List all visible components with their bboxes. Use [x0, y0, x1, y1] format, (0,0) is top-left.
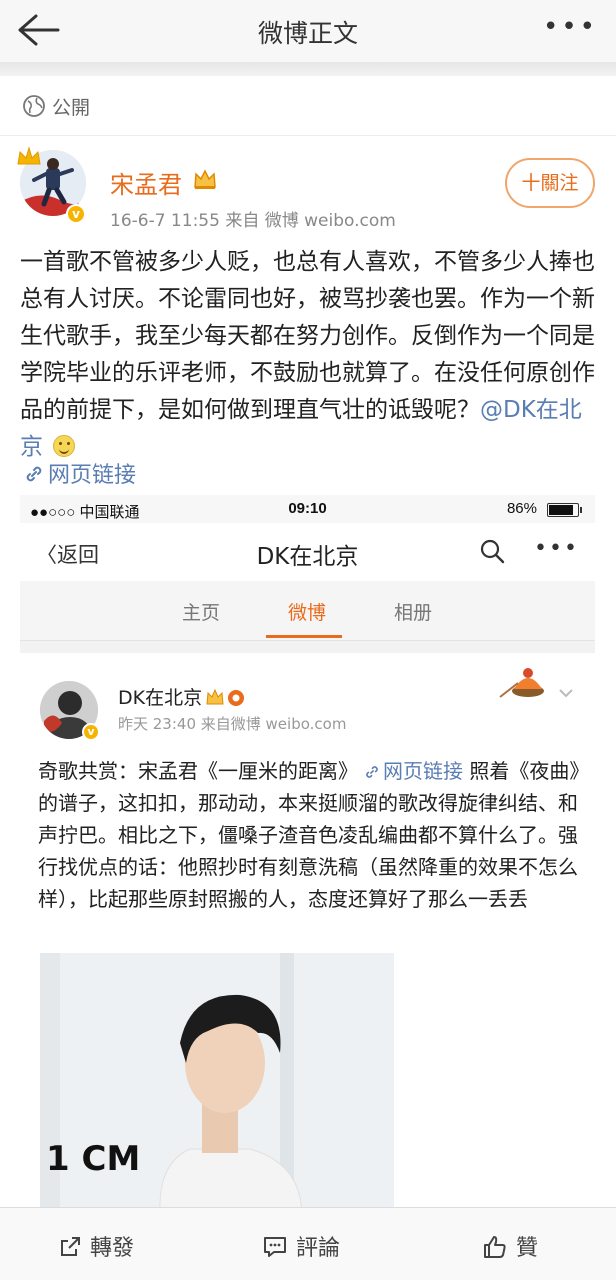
more-options-icon[interactable]: •••: [543, 12, 598, 42]
link-icon: [24, 464, 44, 490]
battery-fill: [549, 505, 573, 515]
embedded-nav-bar: 〈返回 DK在北京 •••: [20, 523, 595, 581]
active-tab-indicator: [266, 635, 342, 638]
photo-caption: 1 CM: [46, 1139, 141, 1179]
web-link-label: 网页链接: [48, 463, 137, 488]
author-name[interactable]: 宋孟君: [110, 165, 182, 200]
repost-label: 轉發: [90, 1236, 135, 1261]
page-title: 微博正文: [257, 19, 358, 48]
embedded-author-label: DK在北京: [118, 687, 203, 709]
post-meta: 16-6-7 11:55 来自 微博 weibo.com: [110, 211, 396, 231]
verified-badge-icon: v: [66, 204, 86, 224]
food-decoration-icon: [498, 661, 548, 701]
embedded-verified-badge-icon: v: [82, 723, 100, 741]
embedded-status-bar: ●●○○○ 中国联通 09:10 86%: [20, 495, 595, 523]
web-link[interactable]: 网页链接: [24, 457, 136, 490]
comment-button[interactable]: 評論: [262, 1230, 340, 1265]
bottom-action-bar: 轉發 評論 贊: [0, 1207, 616, 1280]
embedded-post: v DK在北京 昨天 23:40 来自微博 weibo.com 奇歌共赏：宋孟君…: [20, 653, 595, 1207]
smiley-emoji-icon: [53, 435, 75, 457]
battery-percent: 86%: [506, 500, 537, 517]
comment-label: 評論: [296, 1236, 341, 1261]
thumbs-up-icon: [482, 1235, 508, 1265]
embedded-link-icon: [366, 766, 378, 778]
embedded-text-part1: 奇歌共赏：宋孟君《一厘米的距离》: [38, 759, 358, 783]
embedded-tabs: 主页 微博 相册: [20, 581, 595, 641]
visibility-label: 公開: [52, 97, 91, 119]
nav-divider: [0, 62, 616, 76]
embedded-post-meta: 昨天 23:40 来自微博 weibo.com: [118, 715, 347, 733]
search-icon: [478, 537, 506, 565]
repost-icon: [58, 1235, 82, 1265]
tab-album: 相册: [394, 602, 433, 624]
chevron-down-icon: [558, 683, 574, 698]
globe-icon: [22, 94, 46, 118]
embedded-author-name: DK在北京: [118, 683, 246, 710]
battery-icon: [547, 503, 582, 517]
embedded-title: DK在北京: [256, 544, 359, 570]
embedded-post-text: 奇歌共赏：宋孟君《一厘米的距离》 网页链接 照着《夜曲》的谱子，这扣扣，那动动，本…: [38, 755, 583, 915]
follow-button[interactable]: 十關注: [505, 158, 595, 208]
embedded-photo: 1 CM: [40, 953, 394, 1207]
nav-bar: 微博正文 •••: [0, 0, 616, 62]
comment-icon: [262, 1235, 288, 1265]
tab-weibo: 微博: [288, 602, 327, 624]
post-body: 一首歌不管被多少人贬，也总有人喜欢，不管多少人捧也总有人讨厌。不论雷同也好，被骂…: [20, 244, 600, 466]
embedded-more-icon: •••: [534, 536, 579, 561]
embedded-link-label: 网页链接: [383, 759, 463, 783]
tab-home: 主页: [182, 602, 221, 624]
embedded-web-link: 网页链接: [358, 759, 463, 783]
like-button[interactable]: 贊: [482, 1230, 538, 1265]
embedded-vip-icons: [206, 688, 245, 706]
embedded-screenshot[interactable]: ●●○○○ 中国联通 09:10 86% 〈返回 DK在北京 ••• 主页 微博…: [20, 495, 595, 1207]
vip-crown-icon: [193, 169, 217, 191]
like-label: 贊: [516, 1236, 539, 1261]
crown-icon: [16, 146, 42, 168]
repost-button[interactable]: 轉發: [58, 1230, 134, 1265]
visibility-row: 公開: [0, 76, 616, 136]
